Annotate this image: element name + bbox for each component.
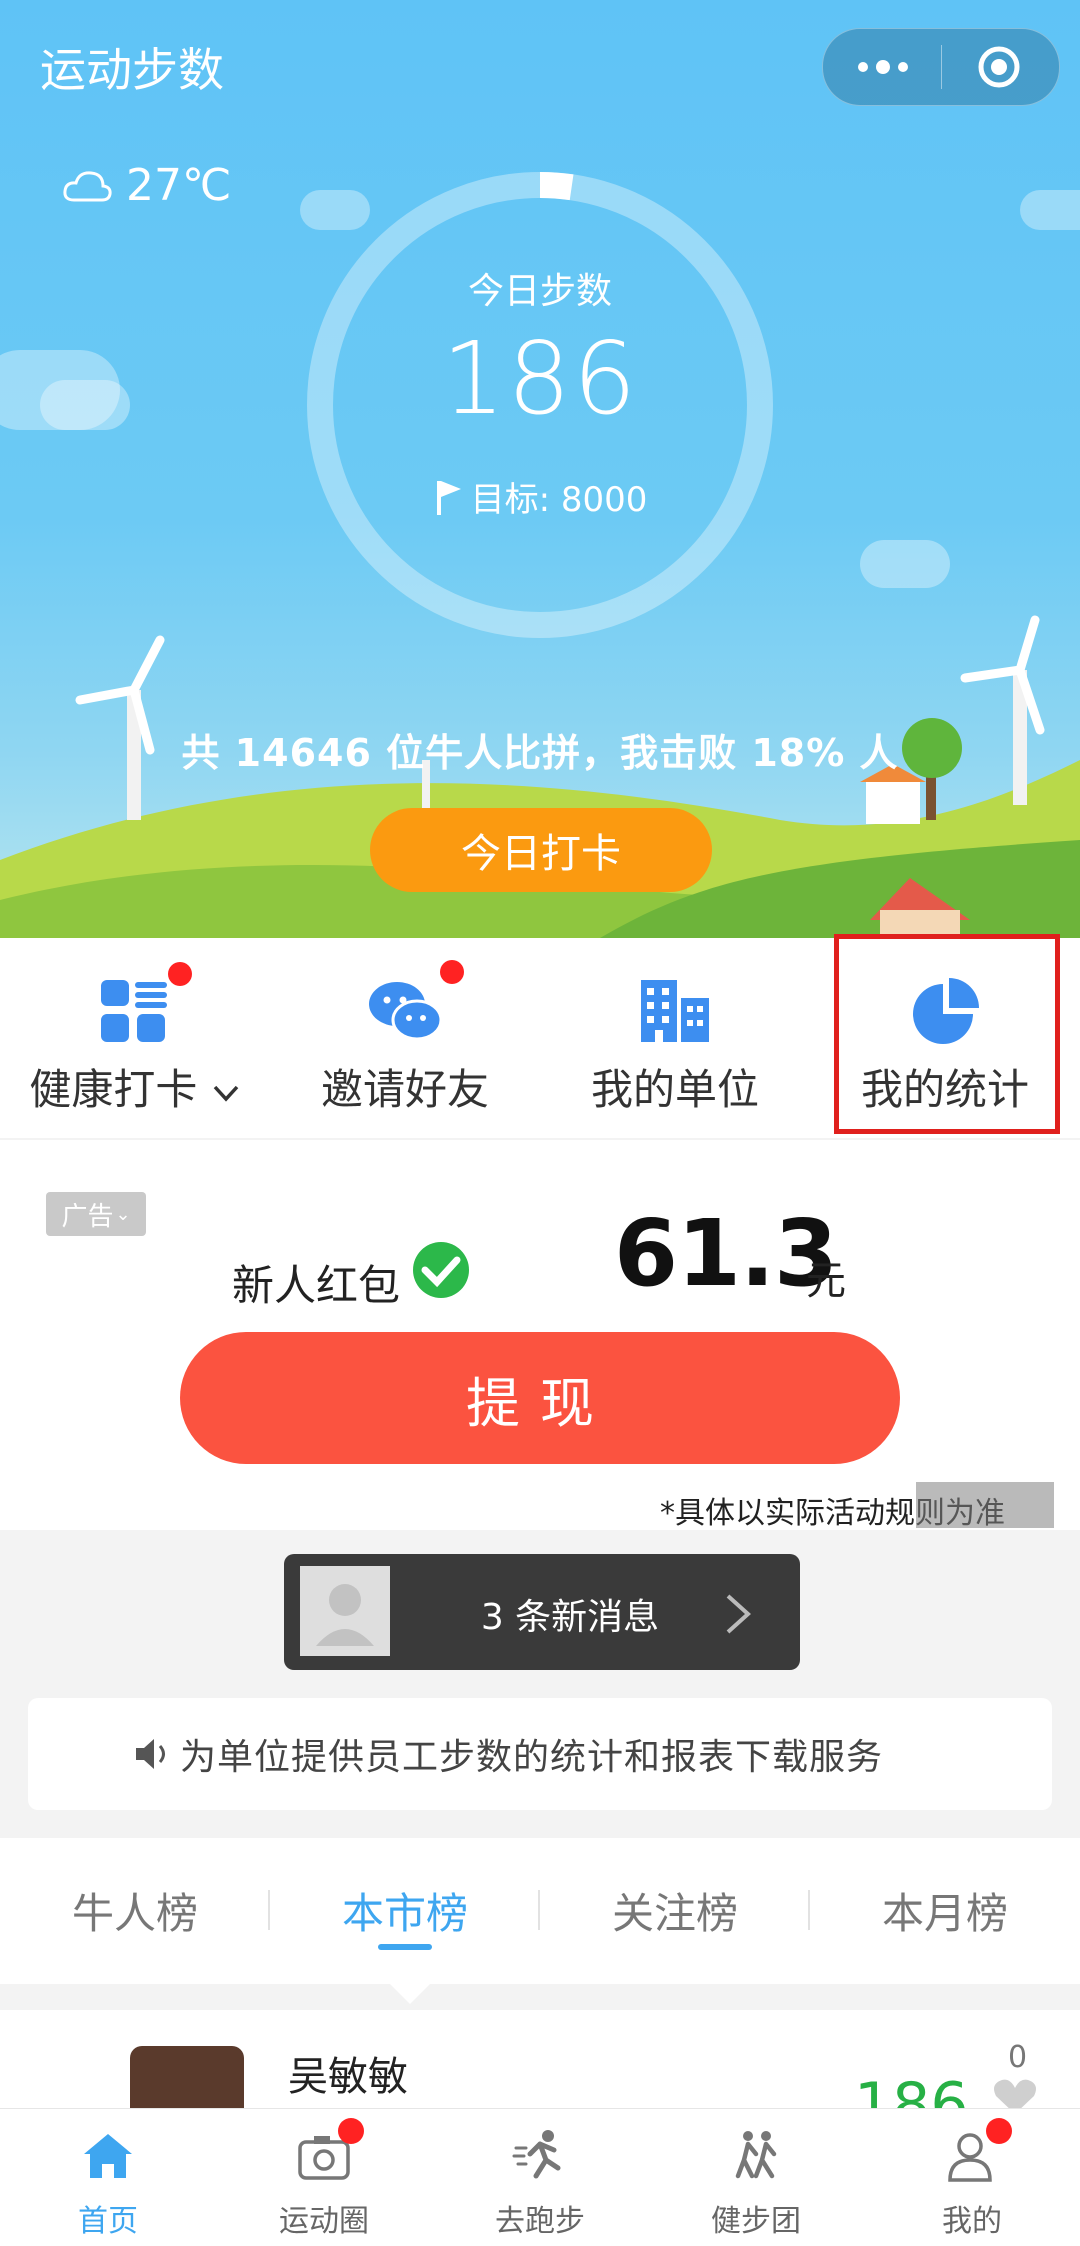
tab-top-performers[interactable]: 牛人榜 (0, 1880, 270, 1941)
weather-widget: 27℃ (62, 160, 231, 211)
highlight-box (834, 934, 1060, 1134)
menu-health-checkin[interactable]: 健康打卡 (0, 938, 270, 1138)
tab-city-rank[interactable]: 本市榜 (270, 1880, 540, 1941)
nav-walking-group[interactable]: 健步团 (648, 2118, 864, 2239)
ad-amount: 61.3 (614, 1200, 838, 1307)
ad-badge[interactable]: 广告 ⌄ (46, 1192, 146, 1236)
ad-amount-unit: 元 (806, 1258, 846, 1304)
notification-dot (986, 2118, 1012, 2144)
tab-monthly-rank[interactable]: 本月榜 (810, 1880, 1080, 1941)
menu-health-checkin-label: 健康打卡 (0, 1056, 270, 1117)
nav-go-running-label: 去跑步 (495, 2204, 585, 2239)
daily-checkin-button[interactable]: 今日打卡 (370, 808, 712, 892)
ad-title: 新人红包 (232, 1242, 473, 1313)
walkers-icon (735, 2131, 777, 2179)
ad-title-text: 新人红包 (232, 1261, 401, 1310)
menu-my-unit[interactable]: 我的单位 (540, 938, 810, 1138)
step-goal-text: 目标: 8000 (470, 480, 648, 520)
user-placeholder-icon (316, 1584, 374, 1646)
tab-divider (268, 1890, 270, 1930)
building-icon (641, 980, 709, 1042)
tab-following-rank[interactable]: 关注榜 (540, 1880, 810, 1941)
page-title: 运动步数 (40, 43, 224, 97)
home-icon (84, 2134, 132, 2178)
more-icon[interactable] (853, 53, 913, 81)
rank-like-count: 0 (1008, 2040, 1028, 2075)
avatar (300, 1566, 390, 1656)
nav-sport-circle[interactable]: 运动圈 (216, 2118, 432, 2239)
runner-icon (512, 2130, 561, 2179)
chevron-right-icon (726, 1594, 751, 1634)
active-tab-indicator (378, 1944, 432, 1950)
notification-dot (440, 960, 464, 984)
check-circle-icon (413, 1242, 470, 1298)
notification-dot (338, 2118, 364, 2144)
tab-pointer (388, 1982, 432, 2004)
withdraw-button[interactable]: 提现 (180, 1332, 900, 1464)
menu-invite-friends[interactable]: 邀请好友 (270, 938, 540, 1138)
ranking-summary: 共 14646 位牛人比拼，我击败 18% 人 (181, 731, 899, 775)
nav-mine-label: 我的 (942, 2204, 1002, 2239)
miniprogram-capsule[interactable] (822, 28, 1060, 106)
cloud-icon (63, 170, 112, 201)
nav-sport-circle-label: 运动圈 (279, 2204, 369, 2239)
new-messages-text: 3 条新消息 (480, 1597, 660, 1638)
notification-dot (168, 962, 192, 986)
notice-text: 为单位提供员工步数的统计和报表下载服务 (180, 1737, 884, 1778)
rank-user-name: 吴敏敏 (288, 2054, 408, 2100)
today-steps-value: 186 (441, 320, 639, 437)
speaker-icon (136, 1739, 165, 1769)
step-goal: 目标: 8000 (380, 472, 700, 521)
ad-overlay-chip (916, 1482, 1054, 1528)
nav-go-running[interactable]: 去跑步 (432, 2118, 648, 2239)
tab-divider (808, 1890, 810, 1930)
tab-divider (538, 1890, 540, 1930)
hero-banner: 运动步数 27℃ 今日步数 186 目标: 8000 共 14646 位牛人比拼… (0, 0, 1080, 938)
today-steps-label: 今日步数 (467, 271, 612, 312)
nav-mine[interactable]: 我的 (864, 2118, 1080, 2239)
nav-walking-group-label: 健步团 (711, 2204, 801, 2239)
flag-icon (436, 480, 461, 515)
temperature: 27℃ (126, 160, 232, 211)
menu-my-unit-label: 我的单位 (590, 1065, 759, 1114)
grid-list-icon (101, 980, 167, 1042)
nav-home[interactable]: 首页 (0, 2118, 216, 2239)
chevron-down-icon (213, 1085, 238, 1102)
menu-invite-friends-label: 邀请好友 (320, 1065, 489, 1114)
close-target-icon[interactable] (975, 43, 1023, 91)
nav-home-label: 首页 (78, 2204, 138, 2239)
wechat-chat-icon (369, 982, 443, 1041)
